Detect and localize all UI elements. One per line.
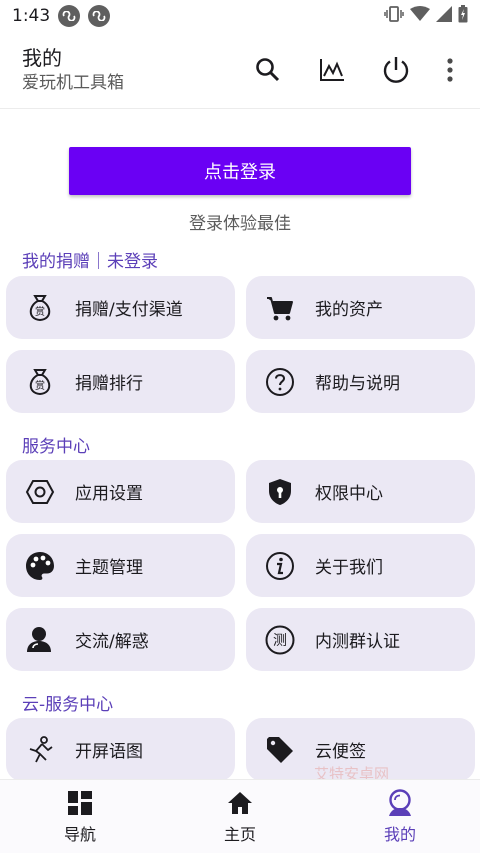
tag-icon	[263, 733, 297, 767]
power-button[interactable]	[364, 46, 428, 94]
palette-icon	[23, 549, 57, 583]
signal-icon	[436, 6, 452, 26]
profile-icon	[386, 789, 414, 817]
nav-item-mine[interactable]: 我的	[320, 780, 480, 853]
nav-label: 我的	[383, 825, 416, 844]
more-vertical-icon	[447, 58, 453, 82]
app-notification-icon	[58, 5, 81, 27]
home-icon	[226, 789, 254, 817]
tile-label: 内测群认证	[315, 632, 400, 652]
tile-label: 帮助与说明	[315, 374, 400, 394]
help-icon	[263, 365, 297, 399]
wifi-icon	[410, 6, 430, 26]
page-title: 我的	[22, 46, 62, 70]
status-bar: 1:43	[0, 0, 480, 32]
shield-icon	[263, 475, 297, 509]
status-time: 1:43	[12, 6, 51, 26]
search-icon	[256, 58, 280, 82]
tile-label: 我的资产	[315, 300, 383, 320]
tile-beta-verification[interactable]: 测 内测群认证	[246, 608, 475, 671]
search-button[interactable]	[236, 46, 300, 94]
section-title-service: 服务中心	[22, 437, 90, 457]
tile-label: 捐赠/支付渠道	[75, 300, 183, 320]
bottom-nav: 导航 主页 我的	[0, 779, 480, 853]
tile-label: 云便签	[315, 742, 366, 762]
stats-button[interactable]	[300, 46, 364, 94]
tile-permission-center[interactable]: 权限中心	[246, 460, 475, 523]
tile-label: 捐赠排行	[75, 374, 143, 394]
app-bar: 我的 爱玩机工具箱	[0, 32, 480, 108]
tile-label: 交流/解惑	[75, 632, 149, 652]
battery-icon	[458, 5, 468, 27]
tile-label: 开屏语图	[75, 742, 143, 762]
tile-theme-management[interactable]: 主题管理	[6, 534, 235, 597]
tile-about-us[interactable]: 关于我们	[246, 534, 475, 597]
info-icon	[263, 549, 297, 583]
beta-test-icon: 测	[263, 623, 297, 657]
power-icon	[383, 57, 409, 83]
splash-figure-icon	[23, 733, 57, 767]
nav-label: 主页	[223, 825, 256, 844]
app-actions	[236, 32, 472, 108]
watermark: 艾特安卓网	[314, 765, 390, 779]
money-bag-icon: 赏	[23, 291, 57, 325]
section-title-cloud: 云-服务中心	[22, 695, 114, 715]
tile-communication[interactable]: 交流/解惑	[6, 608, 235, 671]
app-subtitle: 爱玩机工具箱	[22, 73, 124, 93]
tile-label: 主题管理	[75, 558, 143, 578]
tile-splash-images[interactable]: 开屏语图	[6, 718, 235, 779]
status-indicators	[384, 5, 468, 27]
tile-label: 关于我们	[315, 558, 383, 578]
tile-label: 应用设置	[75, 484, 143, 504]
vibrate-icon	[384, 5, 404, 27]
money-bag-icon: 赏	[23, 365, 57, 399]
more-options-button[interactable]	[428, 46, 472, 94]
tile-donate-rank[interactable]: 赏 捐赠排行	[6, 350, 235, 413]
cart-icon	[263, 291, 297, 325]
login-hint: 登录体验最佳	[189, 214, 291, 234]
line-chart-icon	[320, 59, 344, 81]
tile-label: 权限中心	[315, 484, 383, 504]
nav-item-home[interactable]: 主页	[160, 780, 320, 853]
svg-text:测: 测	[273, 633, 287, 649]
login-button[interactable]: 点击登录	[69, 147, 411, 195]
tile-help[interactable]: 帮助与说明	[246, 350, 475, 413]
tile-my-assets[interactable]: 我的资产	[246, 276, 475, 339]
app-notification-icon	[88, 5, 111, 27]
nav-item-navigation[interactable]: 导航	[0, 780, 160, 853]
svg-text:赏: 赏	[35, 306, 45, 318]
tile-app-settings[interactable]: 应用设置	[6, 460, 235, 523]
main-content[interactable]: 点击登录 登录体验最佳 我的捐赠｜未登录 赏 捐赠/支付渠道 我的资产 赏 捐赠…	[0, 109, 480, 779]
tile-donate-channel[interactable]: 赏 捐赠/支付渠道	[6, 276, 235, 339]
app-title-group: 我的 爱玩机工具箱	[22, 45, 124, 95]
hexagon-settings-icon	[23, 475, 57, 509]
chat-users-icon	[23, 623, 57, 657]
nav-label: 导航	[63, 825, 96, 844]
grid-icon	[66, 789, 94, 817]
section-title-donate: 我的捐赠｜未登录	[22, 252, 158, 272]
svg-text:赏: 赏	[35, 380, 45, 392]
